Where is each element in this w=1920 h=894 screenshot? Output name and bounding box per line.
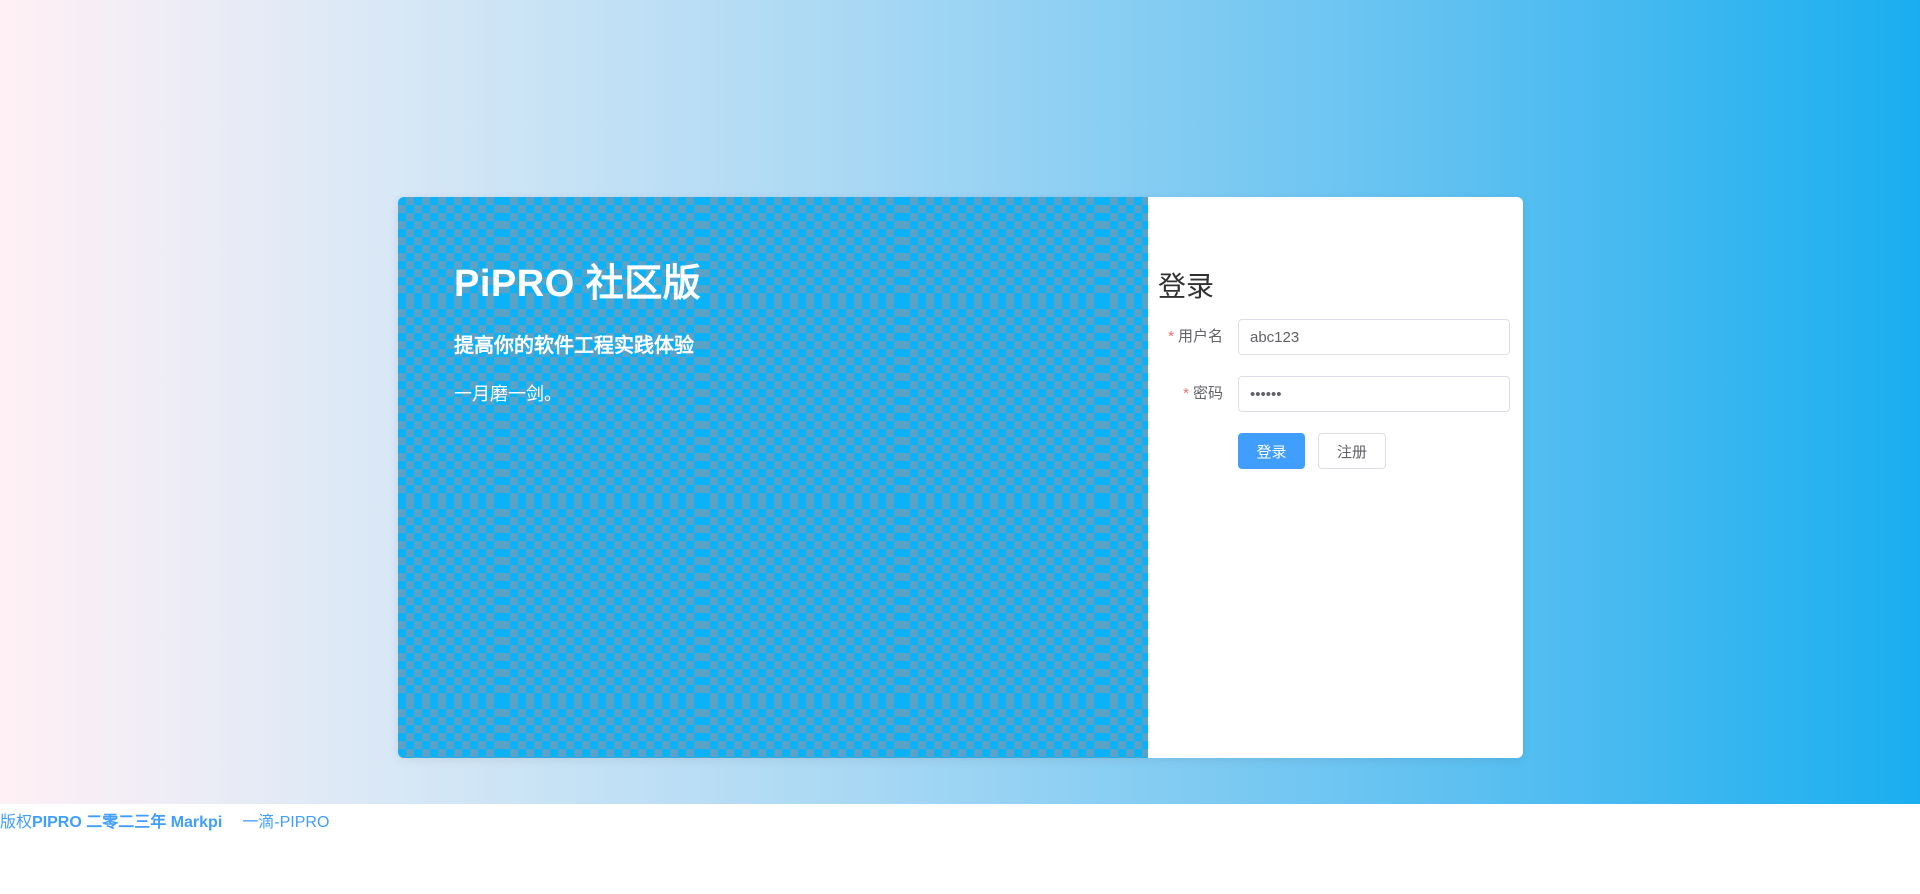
password-input[interactable]: [1238, 376, 1510, 412]
actions-row: 登录 注册: [1148, 433, 1523, 469]
password-label: * 密码: [1183, 376, 1223, 412]
page-background: PiPRO 社区版 提高你的软件工程实践体验 一月磨一剑。 登录 *用户名 *密…: [0, 0, 1920, 804]
register-button[interactable]: 注册: [1318, 433, 1386, 469]
hero-banner: PiPRO 社区版 提高你的软件工程实践体验 一月磨一剑。: [398, 197, 1148, 758]
footer-link[interactable]: 一滴-PIPRO: [242, 814, 329, 831]
password-row: * 密码: [1148, 376, 1523, 412]
login-card: PiPRO 社区版 提高你的软件工程实践体验 一月磨一剑。 登录 *用户名 *密…: [398, 197, 1523, 758]
login-button[interactable]: 登录: [1238, 433, 1305, 469]
password-label-text: 密码: [1192, 385, 1223, 402]
username-input[interactable]: [1238, 319, 1510, 355]
username-row: * 用户名: [1148, 319, 1523, 355]
username-label: * 用户名: [1168, 319, 1223, 355]
login-panel: 登录 *用户名 *密码 登录 注册: [1148, 197, 1523, 758]
username-label-text: 用户名: [1177, 328, 1223, 345]
footer-prefix: 版权: [0, 814, 33, 831]
hero-text: PiPRO 社区版 提高你的软件工程实践体验 一月磨一剑。: [454, 252, 701, 406]
hero-motto: 一月磨一剑。: [454, 384, 562, 404]
login-title: 登录: [1158, 271, 1215, 302]
hero-title: PiPRO 社区版: [454, 263, 702, 305]
required-mark: *: [1168, 328, 1174, 345]
hero-subtitle: 提高你的软件工程实践体验: [454, 335, 694, 357]
required-mark: *: [1183, 385, 1189, 402]
footer: 版权PIPRO 二零二三年 Markpi 一滴-PIPRO: [0, 808, 329, 832]
footer-brand: PIPRO 二零二三年 Markpi: [32, 814, 223, 831]
